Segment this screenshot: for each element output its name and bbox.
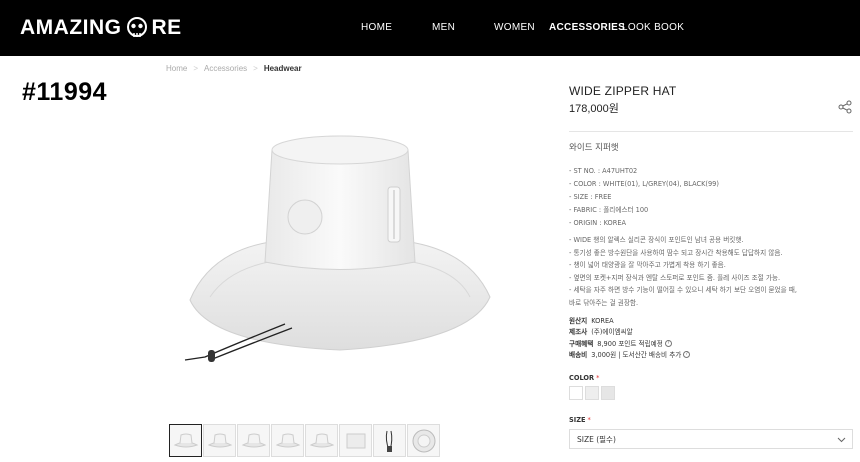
required-mark: * xyxy=(587,416,591,424)
product-description: - WIDE 챙의 알렉스 실리콘 장식이 포인트인 남녀 공용 버킷햇. - … xyxy=(569,234,797,309)
hat-thumbnail-icon xyxy=(275,433,300,447)
nav-men[interactable]: MEN xyxy=(432,22,455,33)
spec-line: - ST NO. : A47UHT02 xyxy=(569,167,638,175)
breadcrumb-accessories[interactable]: Accessories xyxy=(204,64,247,73)
thumbnail-3[interactable] xyxy=(237,424,270,457)
hat-thumbnail-icon xyxy=(241,433,266,447)
hat-thumbnail-icon xyxy=(173,433,198,447)
breadcrumb-separator-icon: > xyxy=(193,64,199,73)
product-korean-name: 와이드 지퍼햇 xyxy=(569,143,619,153)
size-select[interactable]: SIZE (필수) xyxy=(569,429,853,449)
color-swatches xyxy=(569,386,615,400)
nav-lookbook[interactable]: LOOK BOOK xyxy=(622,22,684,33)
desc-line: - 챙이 넓어 태양광을 잘 막아주고 가볍게 착용 하기 좋음. xyxy=(569,261,726,269)
logo-text-left: AMAZING xyxy=(20,16,122,39)
logo-text-right: RE xyxy=(151,16,182,39)
product-price: 178,000원 xyxy=(569,103,619,115)
breadcrumb-headwear[interactable]: Headwear xyxy=(264,64,302,73)
nav-women[interactable]: WOMEN xyxy=(494,22,535,33)
hat-thumbnail-icon xyxy=(346,433,365,448)
top-navigation-bar: AMAZING RE HOME MEN WOMEN ACCESSORIES LO… xyxy=(0,0,860,56)
color-swatch-white[interactable] xyxy=(569,386,583,400)
info-row-benefit: 구매혜택 8,900 포인트 적립예정? xyxy=(569,339,690,350)
thumbnail-strip xyxy=(169,424,440,457)
hat-thumbnail-icon xyxy=(309,433,334,447)
thumbnail-7[interactable] xyxy=(373,424,406,457)
hat-thumbnail-icon xyxy=(207,433,232,447)
skull-icon xyxy=(126,17,147,37)
nav-home[interactable]: HOME xyxy=(361,22,392,33)
product-specs: - ST NO. : A47UHT02 - COLOR : WHITE(01),… xyxy=(569,165,719,230)
size-option-label: SIZE * xyxy=(569,416,591,424)
help-icon[interactable]: ? xyxy=(664,340,672,348)
product-info-table: 원산지 KOREA 제조사 (주)에이엠씨알 구매혜택 8,900 포인트 적립예정?… xyxy=(569,316,691,361)
color-swatch-light-grey[interactable] xyxy=(585,386,599,400)
breadcrumb: Home > Accessories > Headwear xyxy=(166,64,302,73)
color-option-label: COLOR * xyxy=(569,374,600,382)
info-row-maker: 제조사 (주)에이엠씨알 xyxy=(569,328,633,337)
hat-inside-thumbnail-icon xyxy=(412,429,435,452)
chevron-down-icon xyxy=(837,437,846,443)
required-mark: * xyxy=(596,374,600,382)
size-select-value: SIZE (필수) xyxy=(577,434,616,444)
spec-line: - ORIGIN : KOREA xyxy=(569,218,627,227)
desc-line: - 통기성 좋은 방수원단을 사용하여 땀수 되고 장시간 착용해도 답답하지 … xyxy=(569,248,783,257)
share-icon[interactable] xyxy=(838,100,852,114)
spec-line: - COLOR : WHITE(01), L/GREY(04), BLACK(9… xyxy=(569,179,719,188)
thumbnail-6[interactable] xyxy=(339,424,372,457)
desc-line: 바로 닦아주는 걸 권장함. xyxy=(569,298,639,307)
desc-line: - WIDE 챙의 알렉스 실리콘 장식이 포인트인 남녀 공용 버킷햇. xyxy=(569,236,744,244)
help-icon[interactable]: ? xyxy=(683,351,691,359)
spec-line: - SIZE : FREE xyxy=(569,192,612,201)
thumbnail-8[interactable] xyxy=(407,424,440,457)
color-swatch-grey[interactable] xyxy=(601,386,615,400)
nav-accessories[interactable]: ACCESSORIES xyxy=(549,22,625,33)
thumbnail-2[interactable] xyxy=(203,424,236,457)
drawstring-thumbnail-icon xyxy=(385,430,392,452)
overlay-id-label: #11994 xyxy=(22,78,108,106)
breadcrumb-home[interactable]: Home xyxy=(166,64,187,73)
info-row-origin: 원산지 KOREA xyxy=(569,317,614,325)
thumbnail-5[interactable] xyxy=(305,424,338,457)
thumbnail-1[interactable] xyxy=(169,424,202,457)
brand-logo[interactable]: AMAZING RE xyxy=(20,14,182,42)
desc-line: - 옆면의 포켓+지퍼 장식과 엔탈 스토퍼로 포인트 줌. 플레 사이즈 조절… xyxy=(569,273,781,282)
spec-line: - FABRIC : 폴리에스터 100 xyxy=(569,205,649,214)
thumbnail-4[interactable] xyxy=(271,424,304,457)
breadcrumb-separator-icon: > xyxy=(253,64,258,73)
divider xyxy=(569,131,853,132)
product-title: WIDE ZIPPER HAT xyxy=(569,84,677,98)
info-row-shipping: 배송비 3,000원 | 도서산간 배송비 추가? xyxy=(569,350,691,361)
desc-line: - 세탁을 자주 하면 방수 기능이 떨어질 수 있으니 세탁 하기 보단 오염… xyxy=(569,286,797,294)
product-main-image xyxy=(184,135,491,362)
